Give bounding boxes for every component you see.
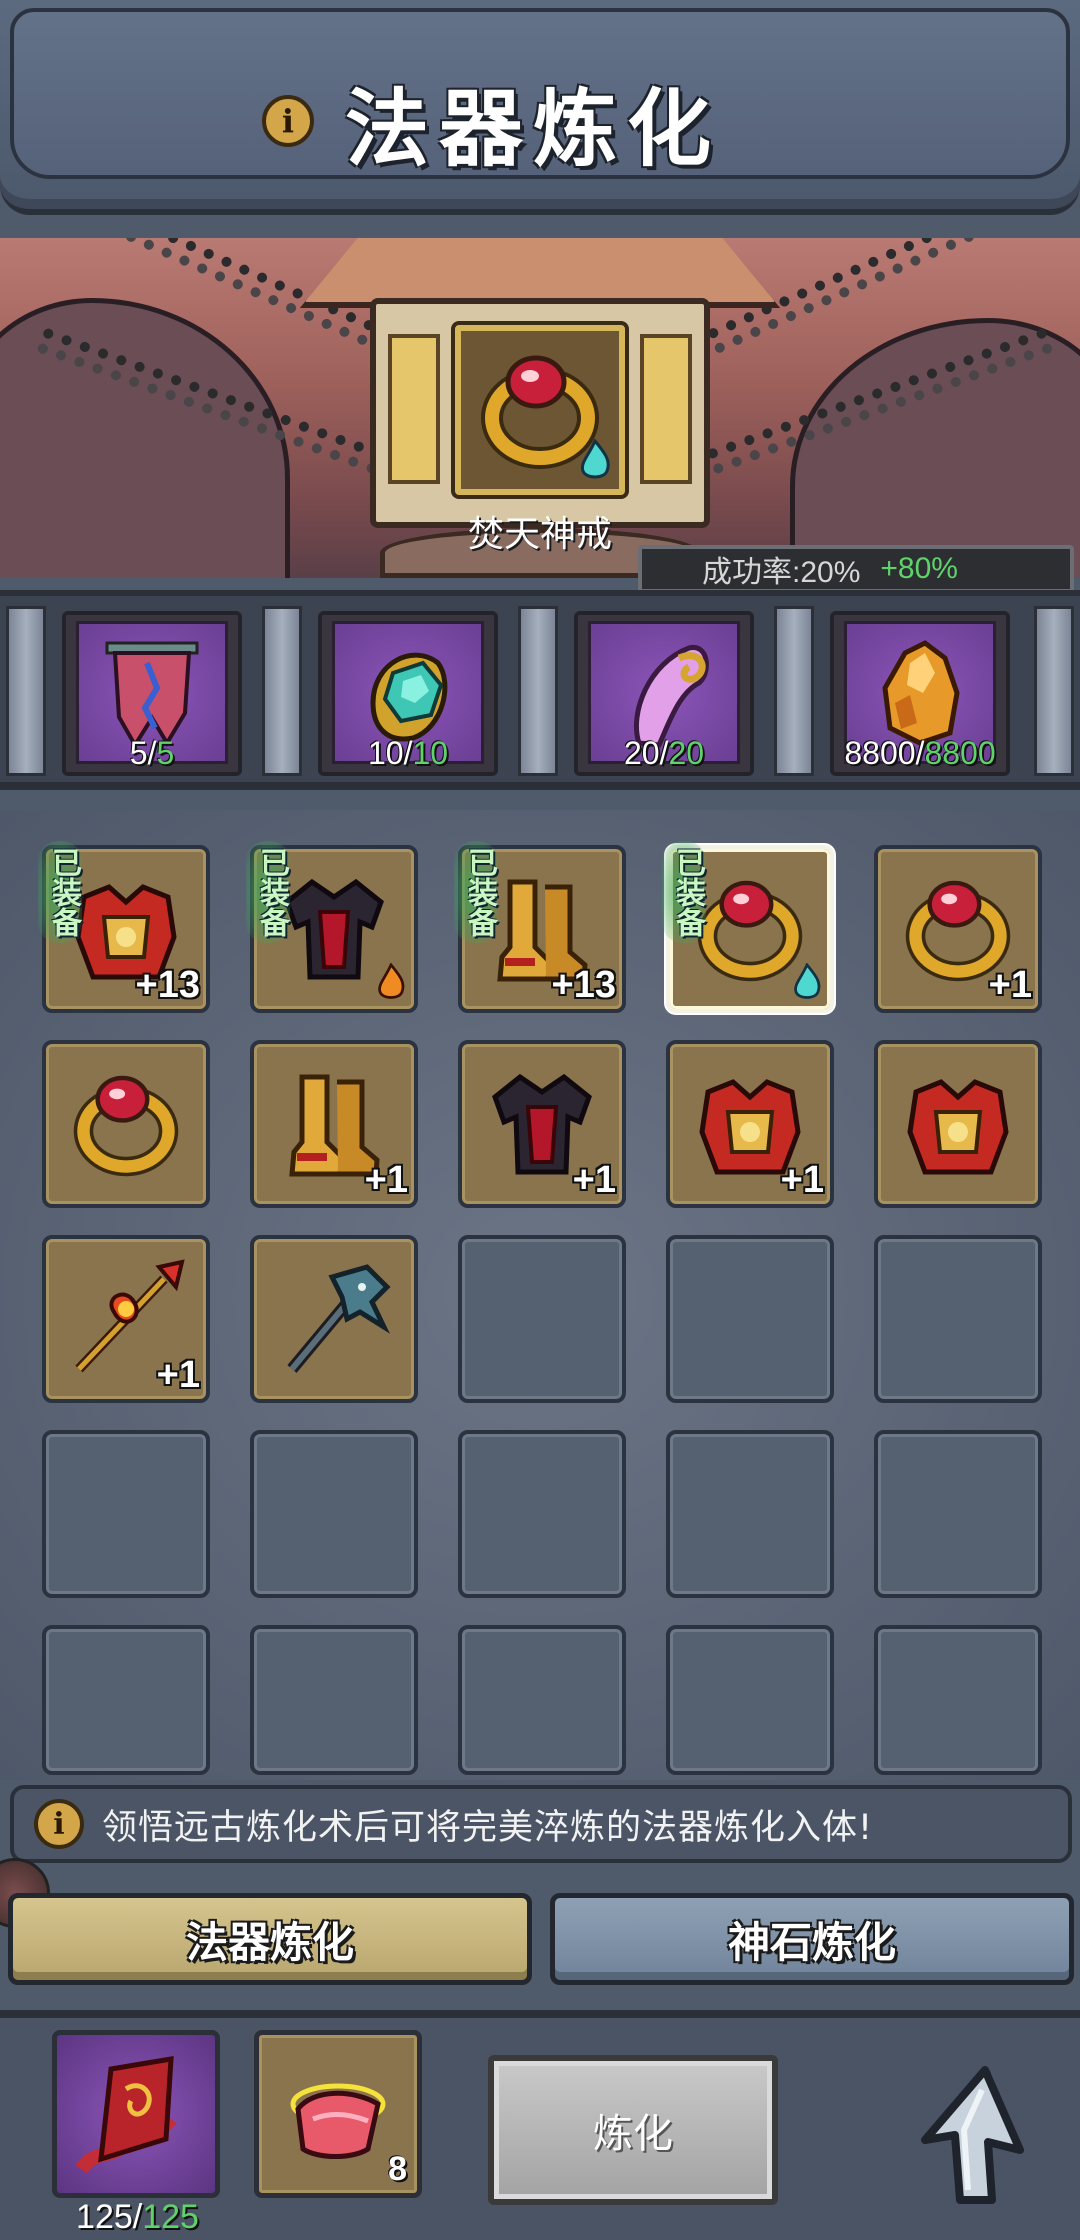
- inventory-slot[interactable]: [250, 1235, 418, 1403]
- material-have: 10/: [367, 735, 413, 771]
- success-rate-label: 成功率:20%: [702, 556, 861, 589]
- cloth-resource-slot[interactable]: 8: [254, 2030, 422, 2198]
- tip-banner: i 领悟远古炼化术后可将完美淬炼的法器炼化入体!: [10, 1785, 1072, 1863]
- pillar: [262, 606, 302, 776]
- back-arrow-icon[interactable]: [900, 2060, 1040, 2210]
- pillar: [774, 606, 814, 776]
- pillar: [1034, 606, 1074, 776]
- materials-shelf: 5/5 10/10 20/20 8800/8800: [0, 590, 1080, 790]
- inventory-slot-empty[interactable]: [250, 1625, 418, 1775]
- inventory-slot[interactable]: +1: [458, 1040, 626, 1208]
- material-count: 8800/8800: [834, 735, 1006, 772]
- equipped-tag: 已装备: [662, 841, 706, 943]
- inventory-slot-selected[interactable]: 已装备: [662, 841, 834, 1013]
- dragon-pickaxe-icon: [287, 1264, 391, 1373]
- info-icon: i: [34, 1799, 84, 1849]
- tab-stone-refine[interactable]: 神石炼化: [550, 1893, 1074, 1985]
- inventory-slot-empty[interactable]: [874, 1430, 1042, 1598]
- success-rate-box: 成功率:20% +80%: [638, 545, 1074, 593]
- material-need: 8800: [924, 735, 996, 771]
- equipped-tag: 已装备: [38, 841, 82, 943]
- inventory-slot-empty[interactable]: [458, 1625, 626, 1775]
- page-title: 法器炼化: [345, 80, 722, 178]
- tip-text: 领悟远古炼化术后可将完美淬炼的法器炼化入体!: [102, 1807, 874, 1848]
- inventory-slot-empty[interactable]: [250, 1430, 418, 1598]
- material-count: 20/20: [578, 735, 750, 772]
- teal-flame-icon: [794, 963, 821, 999]
- material-have: 5/: [129, 735, 157, 771]
- flame-icon: [378, 963, 405, 999]
- scroll-resource-count: 125/125: [40, 2198, 235, 2237]
- item-level: +1: [572, 1159, 616, 1201]
- material-have: 20/: [623, 735, 669, 771]
- red-gold-chest-armor-icon: [907, 1079, 1009, 1175]
- inventory-slot-empty[interactable]: [874, 1625, 1042, 1775]
- inventory-slot-empty[interactable]: [42, 1430, 210, 1598]
- inventory-slot[interactable]: [874, 1040, 1042, 1208]
- pillar: [518, 606, 558, 776]
- inventory-slot-empty[interactable]: [874, 1235, 1042, 1403]
- cloth-quantity: 8: [388, 2150, 407, 2188]
- shrine-panel: [388, 334, 440, 484]
- inventory-slot-empty[interactable]: [666, 1430, 834, 1598]
- target-item-slot[interactable]: [455, 325, 625, 495]
- inventory-slot[interactable]: +1: [874, 845, 1042, 1013]
- material-count: 10/10: [322, 735, 494, 772]
- pillar: [6, 606, 46, 776]
- scroll-resource-slot[interactable]: [52, 2030, 220, 2198]
- gold-ring-red-gem-icon: [73, 1075, 179, 1177]
- inventory-slot[interactable]: [42, 1040, 210, 1208]
- inventory-slot-empty[interactable]: [666, 1235, 834, 1403]
- material-slot[interactable]: 20/20: [574, 611, 754, 776]
- material-have: 8800/: [844, 735, 925, 771]
- item-level: +1: [780, 1159, 824, 1201]
- item-level: +13: [135, 964, 200, 1006]
- tab-artifact-refine[interactable]: 法器炼化: [8, 1893, 532, 1985]
- inventory-slot-empty[interactable]: [666, 1625, 834, 1775]
- item-level: +1: [364, 1159, 408, 1201]
- material-need: 20: [668, 735, 705, 771]
- material-need: 10: [412, 735, 449, 771]
- material-need: 5: [156, 735, 175, 771]
- material-slot[interactable]: 10/10: [318, 611, 498, 776]
- target-item-name: 焚天神戒: [467, 514, 612, 555]
- flame-scroll-icon: [75, 2056, 177, 2174]
- inventory-slot-empty[interactable]: [458, 1430, 626, 1598]
- shrine-panel: [640, 334, 692, 484]
- resource-have: 125/: [76, 2198, 143, 2236]
- equipped-tag: 已装备: [246, 841, 290, 943]
- inventory-slot[interactable]: 已装备 +13: [38, 841, 210, 1013]
- inventory-slot[interactable]: 已装备: [246, 841, 418, 1013]
- item-level: +1: [988, 964, 1032, 1006]
- inventory-slot[interactable]: +1: [666, 1040, 834, 1208]
- equipped-tag: 已装备: [454, 841, 498, 943]
- inventory-slot[interactable]: +1: [42, 1235, 210, 1403]
- resource-need: 125: [142, 2198, 199, 2236]
- inventory-slot-empty[interactable]: [458, 1235, 626, 1403]
- item-level: +13: [551, 964, 616, 1006]
- material-count: 5/5: [66, 735, 238, 772]
- teal-flame-icon: [580, 439, 610, 479]
- inventory-slot[interactable]: +1: [250, 1040, 418, 1208]
- glowing-cloth-icon: [290, 2083, 386, 2159]
- inventory-slot-empty[interactable]: [42, 1625, 210, 1775]
- info-icon[interactable]: i: [262, 95, 314, 147]
- success-rate-bonus: +80%: [880, 552, 958, 585]
- item-level: +1: [156, 1354, 200, 1396]
- material-slot[interactable]: 5/5: [62, 611, 242, 776]
- material-slot[interactable]: 8800/8800: [830, 611, 1010, 776]
- inventory-slot[interactable]: 已装备 +13: [454, 841, 626, 1013]
- refine-button[interactable]: 炼化: [488, 2055, 778, 2205]
